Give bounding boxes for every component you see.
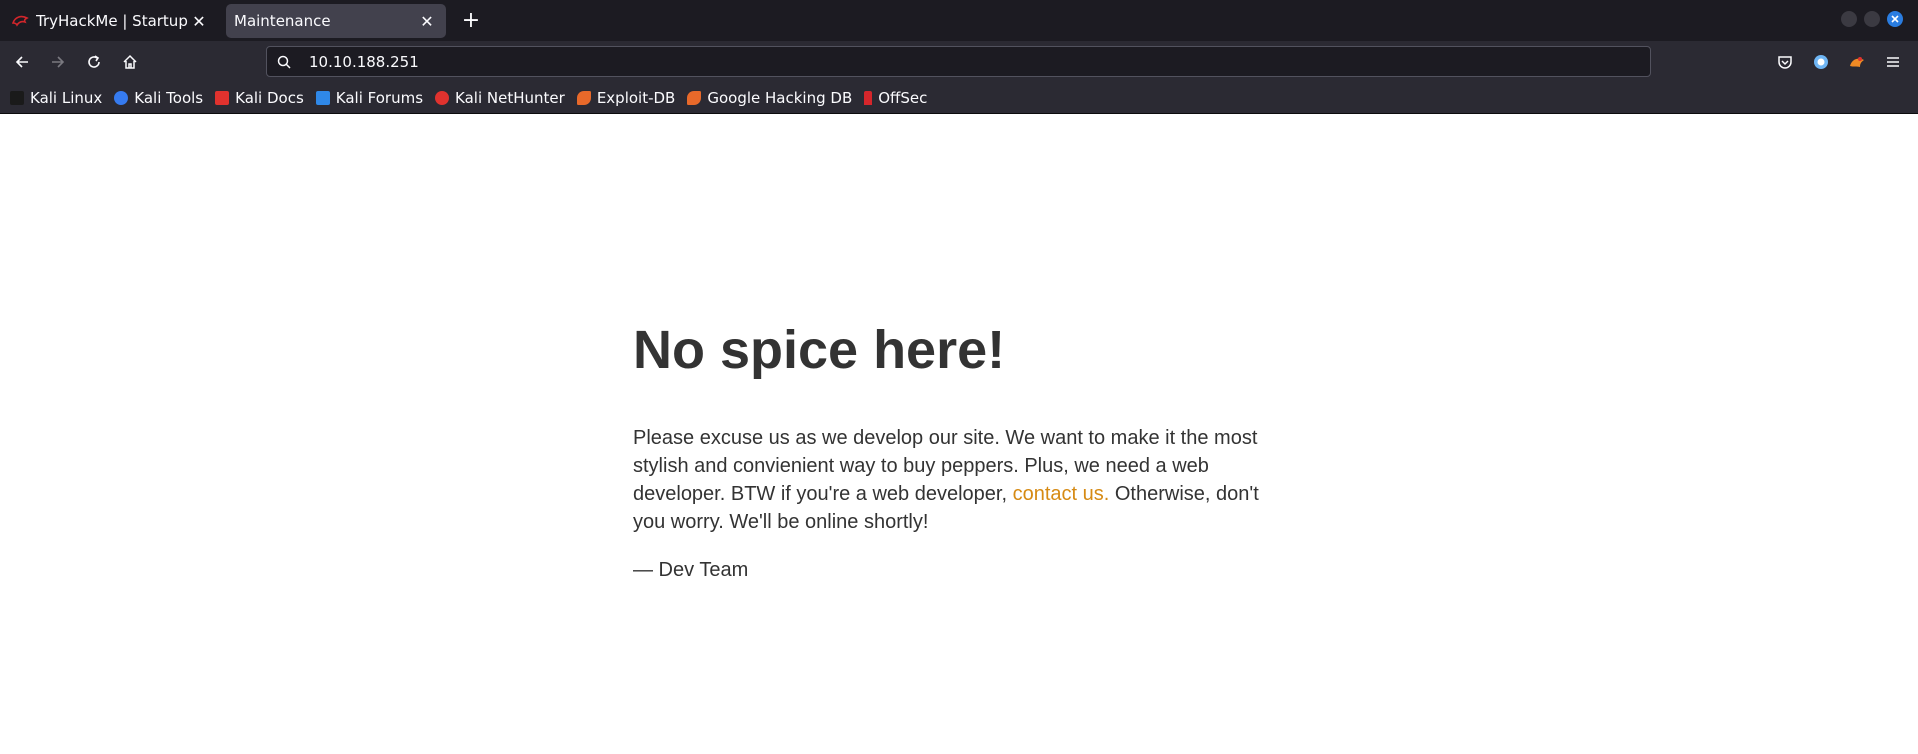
google-hacking-db-icon	[687, 90, 702, 105]
bookmark-kali-docs[interactable]: Kali Docs	[215, 89, 304, 107]
menu-button[interactable]	[1882, 51, 1904, 73]
extension-button[interactable]	[1846, 51, 1868, 73]
reload-button[interactable]	[81, 49, 107, 75]
tab-close-icon[interactable]: ✕	[418, 12, 436, 31]
tab-close-icon[interactable]: ✕	[190, 12, 208, 31]
home-icon	[123, 54, 137, 69]
reload-icon	[88, 55, 100, 68]
kali-docs-icon	[215, 90, 230, 105]
account-icon	[1814, 55, 1828, 69]
maintenance-message: Please excuse us as we develop our site.…	[633, 424, 1283, 536]
tab-tryhackme-startup[interactable]: TryHackMe | Startup ✕	[4, 4, 218, 38]
page-heading: No spice here!	[633, 320, 1006, 380]
exploit-db-icon	[576, 90, 591, 105]
close-window-button[interactable]	[1887, 11, 1903, 27]
account-button[interactable]	[1810, 51, 1832, 73]
page-content: No spice here! Please excuse us as we de…	[633, 318, 1283, 584]
bookmark-kali-nethunter[interactable]: Kali NetHunter	[435, 89, 565, 107]
pocket-button[interactable]	[1774, 51, 1796, 73]
signature: — Dev Team	[633, 559, 749, 581]
bookmark-label: Kali Forums	[335, 88, 424, 107]
bookmark-label: Kali Linux	[30, 88, 103, 107]
bookmark-label: Kali Tools	[134, 88, 204, 107]
bookmark-google-hacking-db[interactable]: Google Hacking DB	[687, 89, 852, 107]
bookmarks-toolbar: Kali Linux Kali Tools Kali Docs Kali For…	[0, 82, 1918, 114]
bookmark-kali-tools[interactable]: Kali Tools	[114, 89, 203, 107]
kali-nethunter-icon	[435, 90, 450, 105]
url-bar[interactable]: 10.10.188.251	[266, 46, 1651, 77]
navigation-toolbar: 10.10.188.251	[0, 41, 1918, 82]
url-text: 10.10.188.251	[309, 52, 419, 71]
tab-title: TryHackMe | Startup	[36, 12, 188, 30]
tab-bar: TryHackMe | Startup ✕ Maintenance ✕ +	[0, 0, 1918, 41]
kali-dragon-icon	[12, 12, 30, 30]
bookmark-label: Exploit-DB	[596, 88, 676, 107]
tab-title: Maintenance	[234, 12, 331, 30]
kali-forums-icon	[315, 90, 330, 105]
maximize-button[interactable]	[1864, 11, 1880, 27]
bookmark-kali-forums[interactable]: Kali Forums	[315, 88, 424, 107]
bookmark-label: Google Hacking DB	[707, 88, 853, 107]
tab-maintenance[interactable]: Maintenance ✕	[226, 4, 446, 38]
forward-arrow-icon	[52, 56, 65, 68]
bookmark-label: OffSec	[878, 88, 928, 107]
new-tab-button[interactable]: +	[456, 6, 486, 36]
bookmark-exploit-db[interactable]: Exploit-DB	[576, 88, 676, 107]
pocket-icon	[1778, 56, 1792, 69]
back-button[interactable]	[9, 49, 35, 75]
search-icon	[277, 55, 297, 69]
minimize-button[interactable]	[1841, 11, 1857, 27]
bookmark-label: Kali NetHunter	[455, 88, 565, 107]
bookmark-kali-linux[interactable]: Kali Linux	[10, 89, 102, 107]
kali-linux-icon	[10, 90, 24, 105]
bookmark-offsec[interactable]: OffSec	[864, 89, 927, 107]
home-button[interactable]	[117, 49, 143, 75]
kali-tools-icon	[114, 90, 129, 105]
forward-button[interactable]	[45, 49, 71, 75]
offsec-icon	[864, 90, 873, 105]
contact-us-link[interactable]: contact us.	[1013, 483, 1110, 505]
menu-icon	[1887, 57, 1899, 67]
extension-icon	[1850, 57, 1864, 67]
bookmark-label: Kali Docs	[235, 88, 304, 107]
back-arrow-icon	[15, 56, 28, 68]
